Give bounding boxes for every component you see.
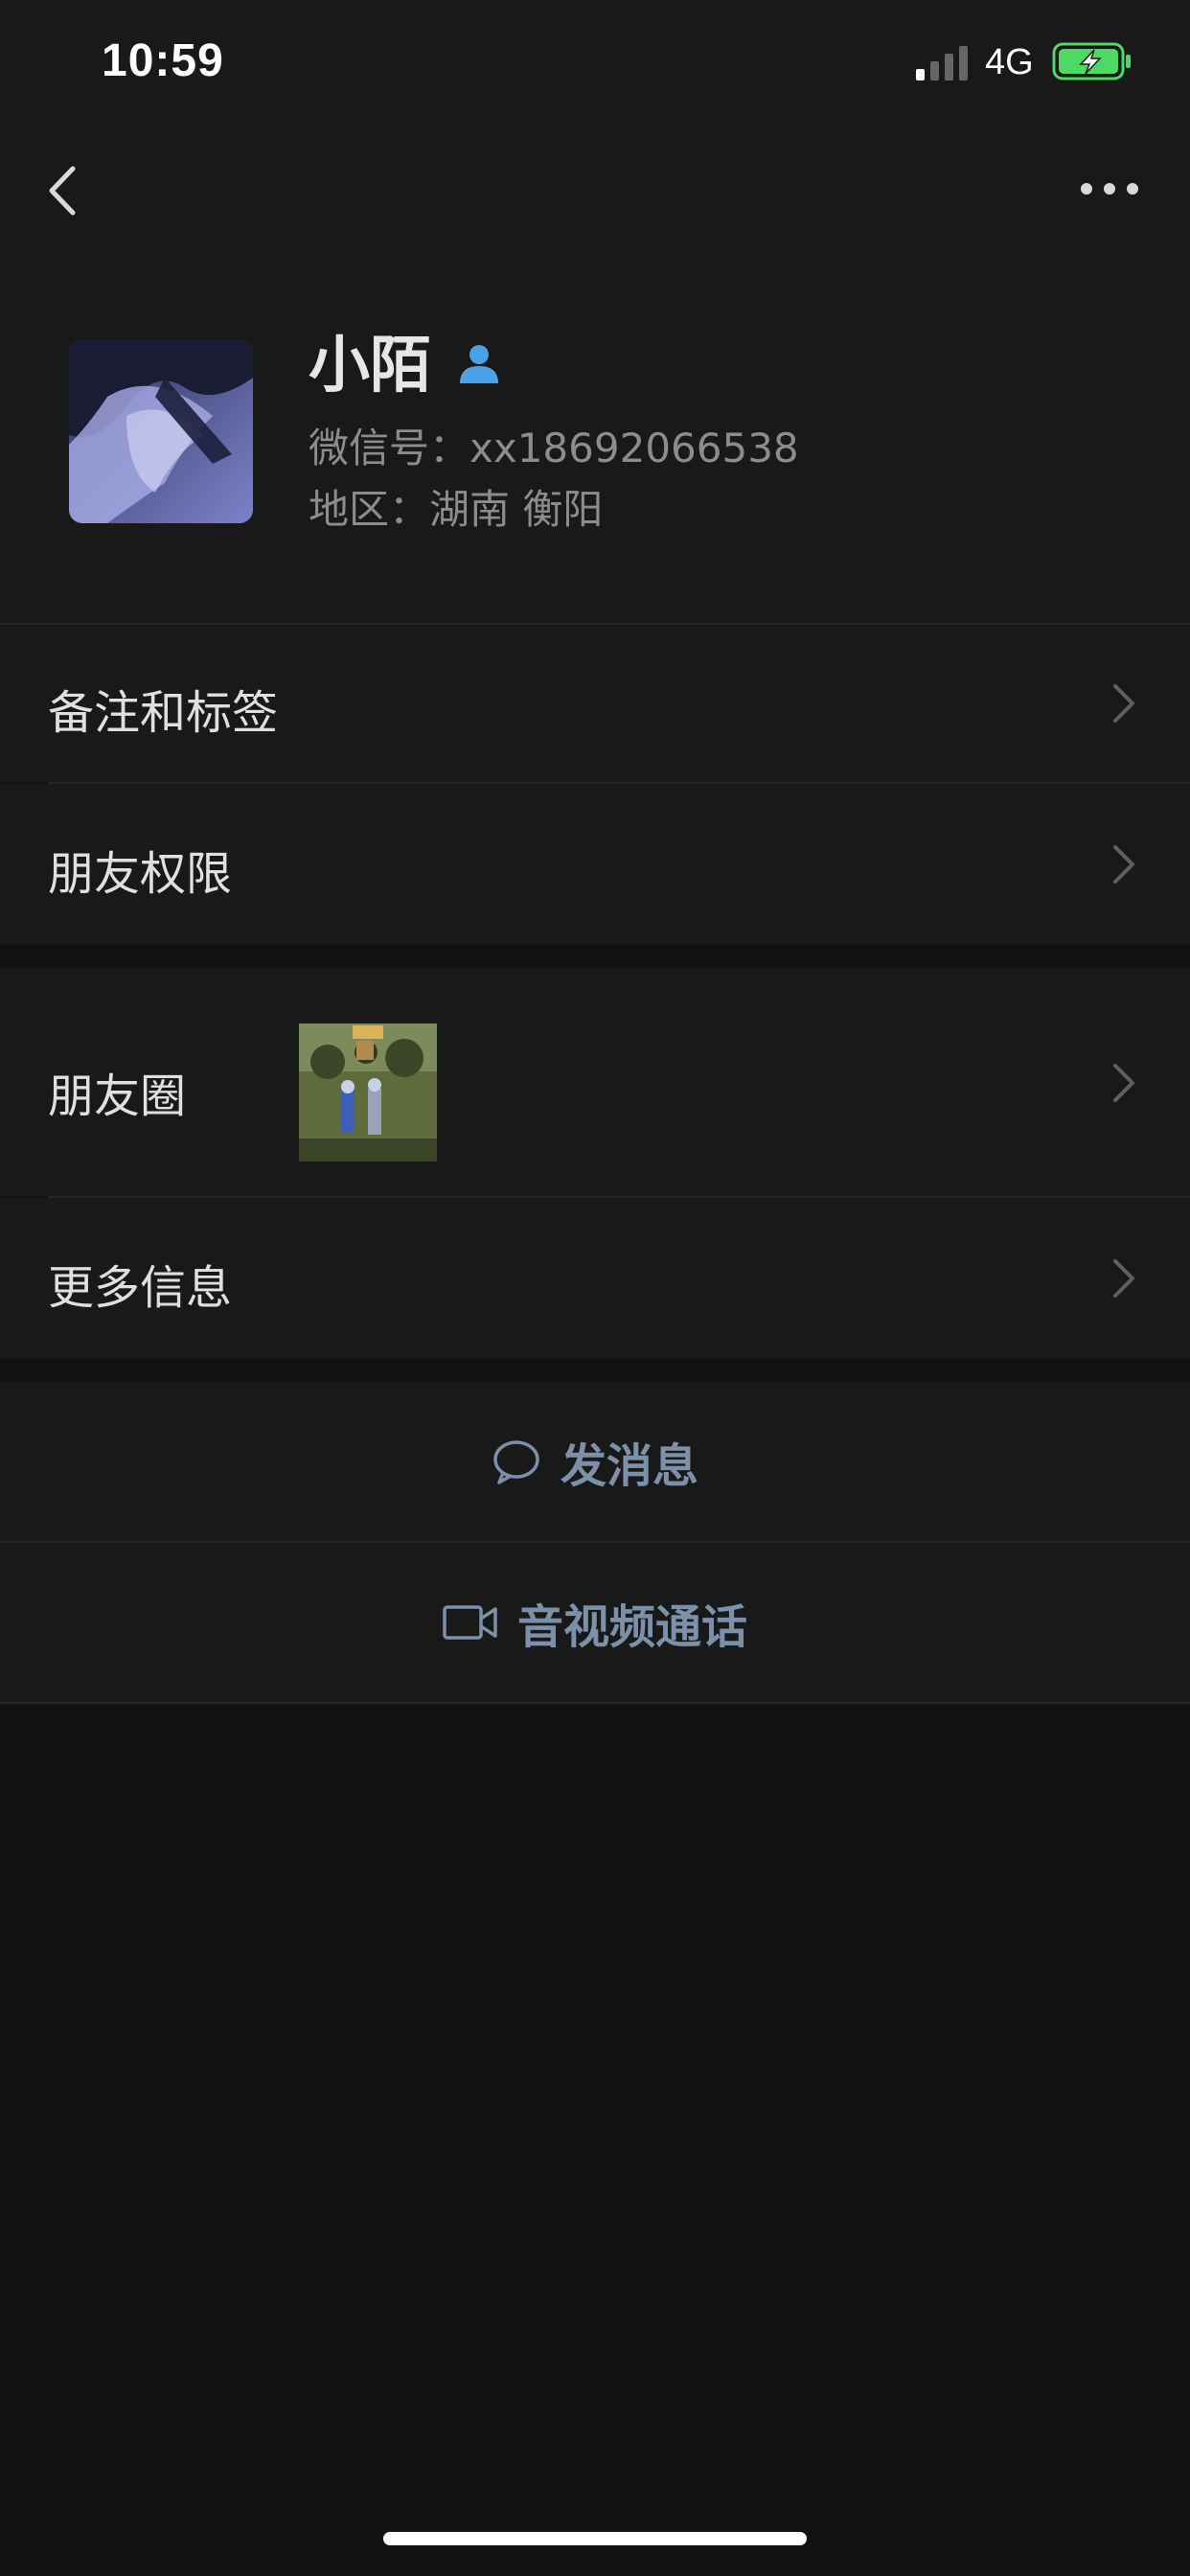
network-type: 4G — [985, 42, 1034, 82]
nav-bar — [0, 126, 1190, 253]
chat-bubble-icon — [493, 1440, 539, 1484]
home-indicator[interactable] — [383, 2532, 807, 2545]
row-more-info[interactable]: 更多信息 — [0, 1198, 1190, 1359]
battery-charging-icon — [1052, 42, 1131, 80]
row-friend-permissions[interactable]: 朋友权限 — [0, 784, 1190, 945]
avatar-image — [69, 339, 253, 523]
chevron-right-icon — [1113, 845, 1134, 884]
cellular-signal-icon — [916, 46, 968, 80]
row-remarks-tags[interactable]: 备注和标签 — [0, 625, 1190, 782]
video-call-label: 音视频通话 — [516, 1600, 747, 1654]
row-label: 更多信息 — [48, 1261, 233, 1315]
chevron-right-icon — [1113, 1064, 1134, 1102]
profile-header: 小陌 微信号：xx18692066538 地区：湖南 衡阳 — [0, 253, 1190, 623]
row-label: 朋友权限 — [48, 847, 233, 901]
video-camera-icon — [443, 1605, 497, 1640]
video-call-button[interactable]: 音视频通话 — [0, 1543, 1190, 1702]
chevron-right-icon — [1113, 684, 1134, 723]
row-moments[interactable]: 朋友圈 — [0, 968, 1190, 1196]
wechat-id: 微信号：xx18692066538 — [309, 425, 799, 472]
status-time: 10:59 — [102, 35, 224, 86]
region: 地区：湖南 衡阳 — [309, 486, 604, 533]
ellipsis-icon[interactable] — [1079, 176, 1140, 201]
send-message-button[interactable]: 发消息 — [0, 1382, 1190, 1541]
chevron-left-icon[interactable] — [42, 163, 84, 218]
chevron-right-icon — [1113, 1259, 1134, 1298]
moments-thumbnail — [299, 1024, 437, 1162]
divider — [0, 1702, 1190, 1704]
avatar[interactable] — [69, 339, 253, 523]
row-label: 朋友圈 — [48, 1070, 187, 1123]
row-label: 备注和标签 — [48, 686, 279, 740]
send-message-label: 发消息 — [560, 1439, 698, 1493]
contact-name: 小陌 — [309, 331, 431, 402]
status-bar: 10:59 4G — [0, 0, 1190, 126]
male-user-icon — [460, 345, 498, 383]
